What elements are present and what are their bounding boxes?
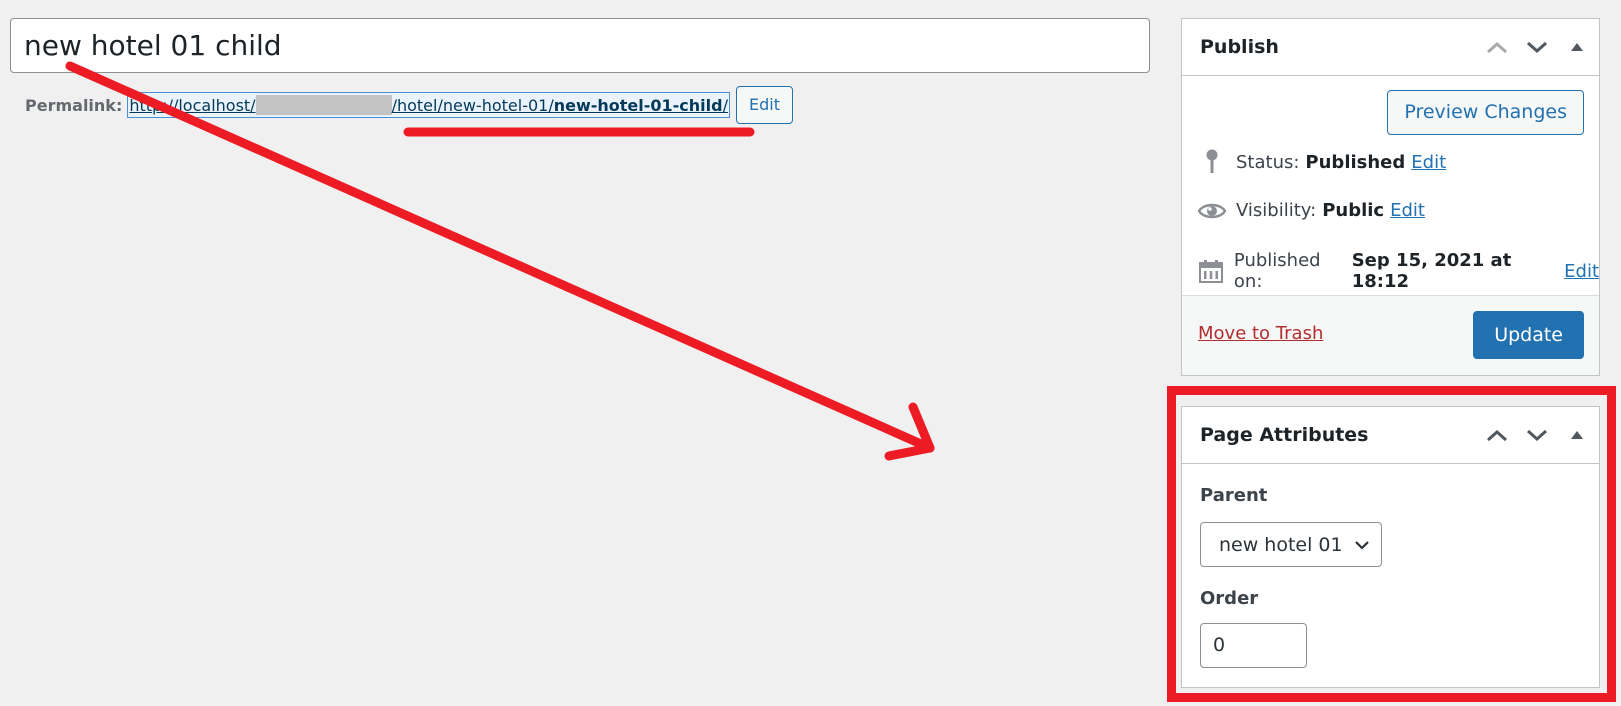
collapse-toggle-icon[interactable]: [1565, 427, 1589, 443]
parent-label: Parent: [1200, 485, 1268, 506]
order-input[interactable]: 0: [1200, 623, 1307, 668]
parent-selected-value: new hotel 01: [1219, 533, 1343, 556]
publish-box-header: Publish: [1182, 19, 1599, 76]
preview-changes-button[interactable]: Preview Changes: [1387, 90, 1584, 135]
status-row: Status: Published Edit: [1198, 149, 1446, 175]
published-on-edit-link[interactable]: Edit: [1564, 261, 1599, 282]
permalink-edit-button[interactable]: Edit: [735, 86, 793, 124]
permalink-url-prefix: http://localhost/: [129, 95, 256, 115]
visibility-edit-link[interactable]: Edit: [1390, 200, 1425, 221]
move-up-icon[interactable]: [1485, 39, 1509, 55]
permalink-link[interactable]: http://localhost/ /hotel/new-hotel-01/ n…: [127, 92, 730, 118]
permalink-row: Permalink: http://localhost/ /hotel/new-…: [25, 86, 793, 124]
publish-actions: Move to Trash Update: [1182, 295, 1599, 375]
move-up-icon[interactable]: [1485, 427, 1509, 443]
visibility-label: Visibility:: [1236, 200, 1317, 221]
page-attributes-handle-actions: [1485, 407, 1589, 463]
update-button[interactable]: Update: [1473, 311, 1584, 359]
eye-icon: [1198, 202, 1226, 220]
status-label: Status:: [1236, 151, 1300, 173]
calendar-icon: [1198, 259, 1224, 283]
chevron-down-icon: [1353, 536, 1371, 559]
publish-box: Publish Preview Changes Status: Publishe…: [1181, 18, 1600, 376]
move-to-trash-link[interactable]: Move to Trash: [1198, 323, 1323, 344]
redacted-segment: [255, 95, 392, 115]
published-on-value: Sep 15, 2021 at 18:12: [1351, 250, 1512, 292]
order-label: Order: [1200, 588, 1259, 609]
publish-handle-actions: [1485, 19, 1589, 75]
move-down-icon[interactable]: [1525, 427, 1549, 443]
page-attributes-header: Page Attributes: [1182, 407, 1599, 464]
annotation-arrow-shaft: [65, 61, 935, 453]
permalink-url-path: /hotel/new-hotel-01/: [391, 95, 554, 115]
published-on-label: Published on:: [1233, 250, 1321, 292]
permalink-label: Permalink:: [25, 95, 123, 115]
visibility-value: Public: [1322, 200, 1385, 221]
collapse-toggle-icon[interactable]: [1565, 39, 1589, 55]
status-edit-link[interactable]: Edit: [1411, 152, 1446, 173]
published-on-row: Published on: Sep 15, 2021 at 18:12 Edit: [1198, 250, 1599, 292]
visibility-row: Visibility: Public Edit: [1198, 200, 1425, 221]
publish-box-title: Publish: [1200, 36, 1279, 58]
page-attributes-title: Page Attributes: [1200, 424, 1369, 446]
parent-select[interactable]: new hotel 01: [1200, 522, 1382, 567]
page-attributes-box: Page Attributes Parent new hotel 01 Orde…: [1181, 406, 1600, 688]
permalink-trailing-slash: /: [722, 95, 728, 115]
pin-icon: [1198, 149, 1226, 175]
status-value: Published: [1305, 151, 1406, 173]
move-down-icon[interactable]: [1525, 39, 1549, 55]
permalink-slug: new-hotel-01-child: [553, 95, 723, 115]
annotation-arrow-head: [884, 402, 935, 461]
post-title-input[interactable]: new hotel 01 child: [10, 18, 1150, 73]
